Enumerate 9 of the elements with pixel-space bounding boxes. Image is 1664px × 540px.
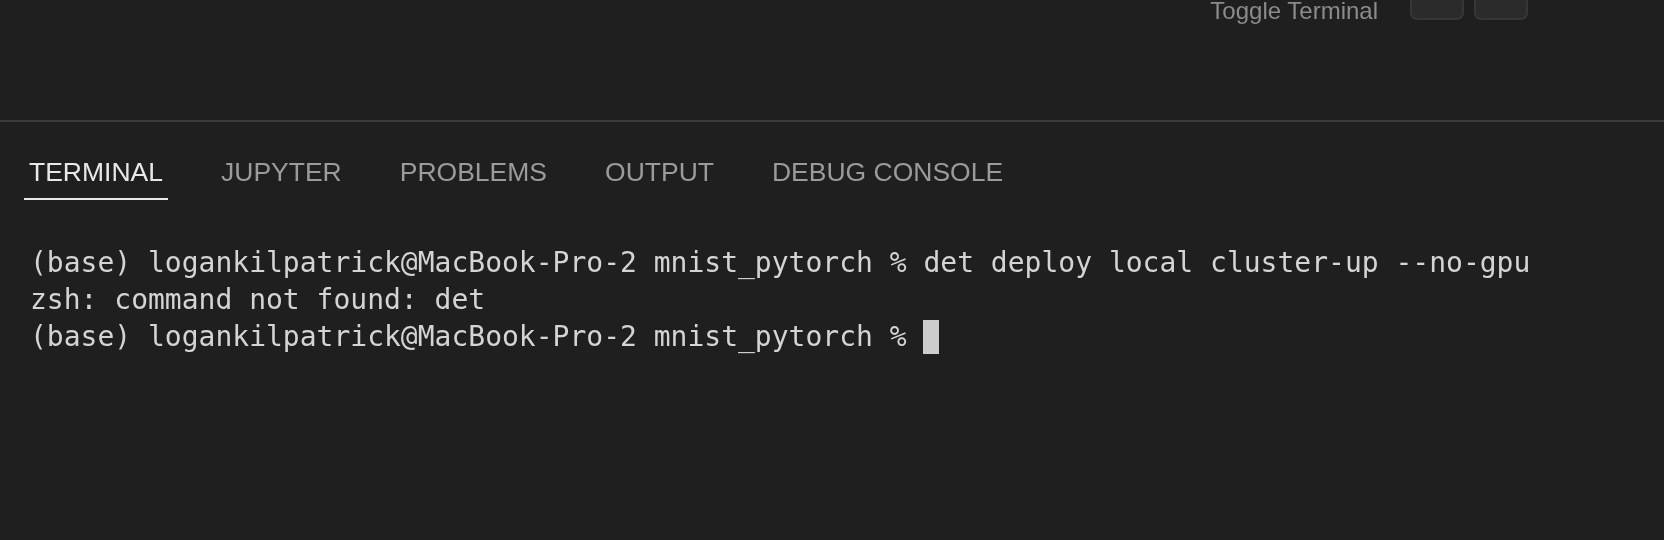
terminal-line: (base) logankilpatrick@MacBook-Pro-2 mnist_pytorch % det deploy local cluster-up --no-gpu [30, 245, 1532, 281]
terminal-line: (base) logankilpatrick@MacBook-Pro-2 mnist_pytorch % [30, 318, 1664, 355]
panel-tab[interactable]: DEBUG CONSOLE [766, 152, 1009, 200]
panel-tab[interactable]: TERMINAL [24, 152, 168, 200]
panel-tab[interactable]: PROBLEMS [394, 152, 552, 200]
shortcut-hint: Toggle Terminal [1210, 0, 1378, 22]
terminal-line: zsh: command not found: det [30, 282, 487, 318]
panel-tab[interactable]: JUPYTER [216, 152, 347, 200]
panel-tab[interactable]: OUTPUT [600, 152, 719, 200]
